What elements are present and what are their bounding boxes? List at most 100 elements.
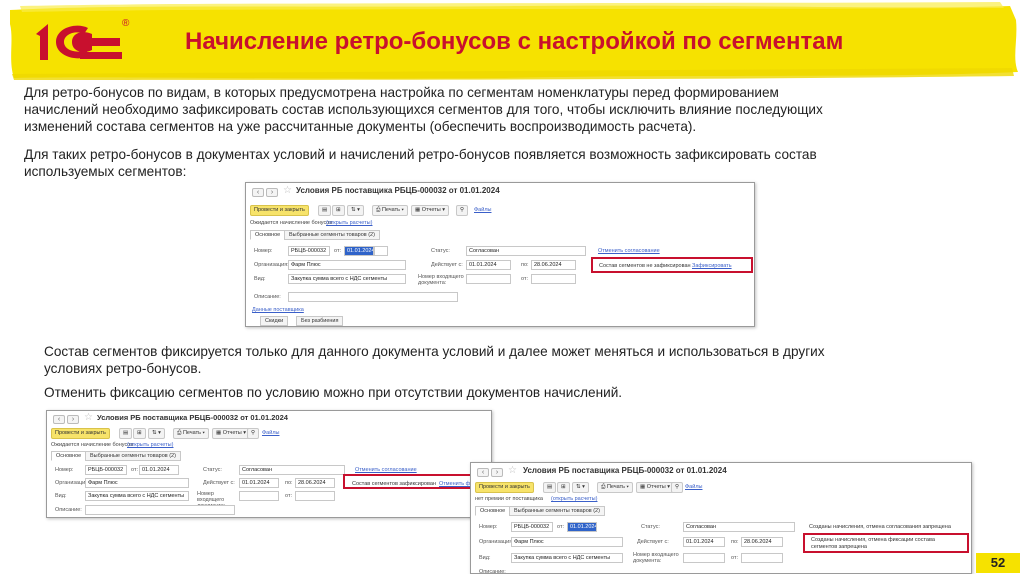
supplier-data-link[interactable]: Данные поставщика: [252, 307, 304, 313]
no-split-button[interactable]: Без разбиения: [296, 316, 344, 326]
page-number: 52: [976, 553, 1020, 573]
kind-field[interactable]: Закупка сумма всего с НДС сегменты: [511, 553, 623, 563]
tab-selected-segments[interactable]: Выбранные сегменты товаров (2): [85, 451, 181, 461]
bonus-note: Ожидается начисление бонусов: [51, 442, 134, 448]
attachment-icon[interactable]: ⚲: [247, 428, 260, 439]
valid-to-label: по:: [285, 480, 293, 486]
open-calculations-link[interactable]: (открыть расчеты): [326, 220, 372, 226]
date-field[interactable]: 01.01.2024: [344, 246, 374, 256]
kind-label: Вид:: [479, 555, 491, 561]
incoming-date-field[interactable]: [531, 274, 576, 284]
back-button[interactable]: ‹: [53, 415, 65, 424]
paragraph-possibility: Для таких ретро-бонусов в документах усл…: [24, 146, 984, 180]
paragraph-line: условиях ретро-бонусов.: [44, 361, 202, 376]
back-button[interactable]: ‹: [252, 188, 264, 197]
cancel-approval-link[interactable]: Отменить согласование: [598, 248, 660, 254]
of-label: от:: [521, 276, 528, 282]
paragraph-cancel: Отменить фиксацию сегментов по условию м…: [44, 385, 623, 400]
description-label: Описание:: [479, 569, 506, 574]
valid-from-field[interactable]: 01.01.2024: [466, 260, 511, 270]
header-banner: ® Начисление ретро-бонусов с настройкой …: [0, 0, 1024, 82]
post-and-close-button[interactable]: Провести и закрыть: [250, 205, 309, 216]
post-and-close-button[interactable]: Провести и закрыть: [475, 482, 534, 493]
valid-to-field[interactable]: 28.06.2024: [531, 260, 576, 270]
valid-from-field[interactable]: 01.01.2024: [683, 537, 725, 547]
favorite-star-icon[interactable]: ☆: [283, 185, 292, 196]
back-button[interactable]: ‹: [477, 468, 489, 477]
save-icon[interactable]: ▤: [318, 205, 332, 216]
print-button[interactable]: ⎙ Печать ▾: [372, 205, 408, 216]
valid-to-field[interactable]: 28.06.2024: [295, 478, 335, 488]
tab-selected-segments[interactable]: Выбранные сегменты товаров (2): [284, 230, 380, 240]
incoming-date-field[interactable]: [295, 491, 335, 501]
incoming-number-field[interactable]: [466, 274, 511, 284]
tab-main[interactable]: Основное: [250, 230, 286, 240]
page-title: Начисление ретро-бонусов с настройкой по…: [185, 28, 844, 55]
incoming-date-field[interactable]: [741, 553, 783, 563]
kind-field[interactable]: Закупка сумма всего с НДС сегменты: [288, 274, 406, 284]
number-field[interactable]: РБЦБ-000032: [511, 522, 553, 532]
incoming-number-field[interactable]: [683, 553, 725, 563]
1c-logo: [30, 20, 130, 64]
create-based-icon[interactable]: ⇅ ▾: [148, 428, 165, 439]
forward-button[interactable]: ›: [67, 415, 79, 424]
tab-main[interactable]: Основное: [51, 451, 87, 461]
save-icon[interactable]: ▤: [119, 428, 133, 439]
status-field[interactable]: Согласован: [683, 522, 795, 532]
organization-field[interactable]: Фарм Плюс: [288, 260, 406, 270]
save-icon[interactable]: ▤: [543, 482, 557, 493]
attachment-icon[interactable]: ⚲: [456, 205, 469, 216]
description-field[interactable]: [85, 505, 235, 515]
number-field[interactable]: РБЦБ-000032: [288, 246, 330, 256]
forward-button[interactable]: ›: [266, 188, 278, 197]
number-label: Номер:: [55, 467, 74, 473]
valid-to-field[interactable]: 28.06.2024: [741, 537, 783, 547]
files-link[interactable]: Файлы: [262, 430, 279, 436]
conditions-document-window: ‹ › ☆ Условия РБ поставщика РБЦБ-000032 …: [245, 182, 755, 327]
date-field[interactable]: 01.01.2024: [567, 522, 597, 532]
reports-button[interactable]: ▦ Отчеты ▾: [212, 428, 251, 439]
status-label: Статус:: [203, 467, 222, 473]
print-button[interactable]: ⎙ Печать ▾: [173, 428, 209, 439]
description-field[interactable]: [288, 292, 458, 302]
favorite-star-icon[interactable]: ☆: [84, 412, 93, 423]
kind-field[interactable]: Закупка сумма всего с НДС сегменты: [85, 491, 189, 501]
files-link[interactable]: Файлы: [474, 207, 491, 213]
structure-icon[interactable]: ⊞: [133, 428, 146, 439]
open-calculations-link[interactable]: (открыть расчеты): [551, 496, 597, 502]
organization-label: Организация:: [479, 539, 514, 545]
create-based-icon[interactable]: ⇅ ▾: [347, 205, 364, 216]
print-button[interactable]: ⎙ Печать ▾: [597, 482, 633, 493]
tab-selected-segments[interactable]: Выбранные сегменты товаров (2): [509, 506, 605, 516]
reports-button[interactable]: ▦ Отчеты ▾: [636, 482, 675, 493]
structure-icon[interactable]: ⊞: [332, 205, 345, 216]
files-link[interactable]: Файлы: [685, 484, 702, 490]
date-field[interactable]: 01.01.2024: [139, 465, 179, 475]
highlight-frame: [591, 257, 753, 273]
from-label: от:: [131, 467, 138, 473]
number-field[interactable]: РБЦБ-000032: [85, 465, 127, 475]
date-field-rest[interactable]: [374, 246, 388, 256]
tab-main[interactable]: Основное: [475, 506, 511, 516]
bonus-note: нет премии от поставщика: [475, 496, 543, 502]
reports-button[interactable]: ▦ Отчеты ▾: [411, 205, 450, 216]
status-field[interactable]: Согласован: [239, 465, 345, 475]
incoming-doc-label: Номер входящего документа:: [418, 274, 464, 286]
valid-from-field[interactable]: 01.01.2024: [239, 478, 279, 488]
number-label: Номер:: [254, 248, 273, 254]
discounts-button[interactable]: Скидки: [260, 316, 289, 326]
status-field[interactable]: Согласован: [466, 246, 586, 256]
attachment-icon[interactable]: ⚲: [671, 482, 684, 493]
create-based-icon[interactable]: ⇅ ▾: [572, 482, 589, 493]
valid-from-label: Действует с:: [637, 539, 669, 545]
paragraph-line: начислений необходимо зафиксировать сост…: [24, 102, 823, 117]
post-and-close-button[interactable]: Провести и закрыть: [51, 428, 110, 439]
organization-field[interactable]: Фарм Плюс: [511, 537, 623, 547]
forward-button[interactable]: ›: [491, 468, 503, 477]
favorite-star-icon[interactable]: ☆: [508, 465, 517, 476]
incoming-number-field[interactable]: [239, 491, 279, 501]
organization-field[interactable]: Фарм Плюс: [85, 478, 189, 488]
open-calculations-link[interactable]: (открыть расчеты): [127, 442, 173, 448]
structure-icon[interactable]: ⊞: [557, 482, 570, 493]
cancel-approval-link[interactable]: Отменить согласование: [355, 467, 417, 473]
